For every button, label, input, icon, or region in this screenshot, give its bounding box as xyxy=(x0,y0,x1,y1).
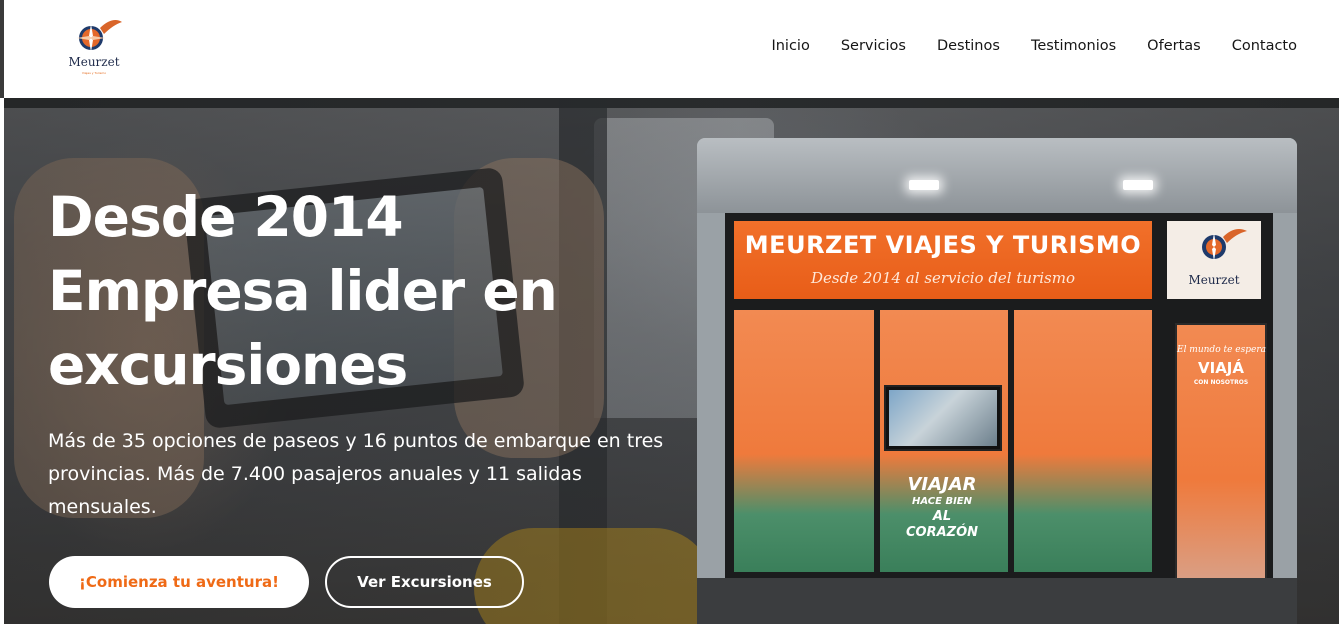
store-tv-screen xyxy=(889,390,997,446)
window-mullion xyxy=(874,308,880,578)
site-header: Meurzet Viajes y Turismo Inicio Servicio… xyxy=(0,0,1339,98)
ceiling-light xyxy=(1123,180,1153,190)
window-mullion xyxy=(1008,308,1014,578)
nav-item-ofertas[interactable]: Ofertas xyxy=(1147,36,1201,56)
store-sign-title: MEURZET VIAJES Y TURISMO xyxy=(744,231,1142,259)
nav-item-inicio[interactable]: Inicio xyxy=(771,36,809,56)
brand-name: Meurzet xyxy=(68,55,120,69)
nav-item-contacto[interactable]: Contacto xyxy=(1232,36,1297,56)
store-slogan-line-1: VIAJAR xyxy=(907,474,977,495)
compass-logo-icon xyxy=(77,20,122,52)
hero-headline-line-3: excursiones xyxy=(48,333,408,397)
store-slogan: VIAJAR HACE BIEN AL CORAZÓN xyxy=(897,475,987,541)
store-slogan-line-2: HACE BIEN xyxy=(912,496,972,507)
window-panel xyxy=(1014,310,1152,572)
store-ceiling xyxy=(697,138,1297,213)
brand-tagline: Viajes y Turismo xyxy=(81,71,107,75)
storefront-image: MEURZET VIAJES Y TURISMO Desde 2014 al s… xyxy=(697,138,1297,624)
store-door-script: El mundo te espera xyxy=(1177,345,1266,355)
compass-logo-icon xyxy=(1202,229,1247,261)
store-sign: MEURZET VIAJES Y TURISMO Desde 2014 al s… xyxy=(734,221,1152,299)
store-side-sign: Meurzet xyxy=(1167,221,1261,299)
store-door: El mundo te espera VIAJÁ CON NOSOTROS xyxy=(1175,323,1267,585)
store-door-title: VIAJÁ xyxy=(1198,359,1244,377)
start-adventure-button[interactable]: ¡Comienza tu aventura! xyxy=(49,556,309,608)
brand-logo[interactable]: Meurzet Viajes y Turismo xyxy=(64,18,128,78)
window-panel xyxy=(734,310,874,572)
hero-headline-line-2: Empresa lider en xyxy=(48,259,558,323)
store-slogan-line-3: AL CORAZÓN xyxy=(905,509,979,540)
hero-section: Desde 2014 Empresa lider en excursiones … xyxy=(4,98,1339,624)
store-door-subtitle: CON NOSOTROS xyxy=(1193,379,1249,386)
store-sign-subtitle: Desde 2014 al servicio del turismo xyxy=(811,269,1075,287)
hero-headline: Desde 2014 Empresa lider en excursiones xyxy=(48,180,668,402)
nav-item-testimonios[interactable]: Testimonios xyxy=(1031,36,1116,56)
ceiling-light xyxy=(909,180,939,190)
main-nav: Inicio Servicios Destinos Testimonios Of… xyxy=(771,36,1297,56)
store-side-sign-label: Meurzet xyxy=(1188,273,1240,287)
store-floor xyxy=(697,578,1297,624)
nav-item-destinos[interactable]: Destinos xyxy=(937,36,1000,56)
view-excursions-button[interactable]: Ver Excursiones xyxy=(325,556,524,608)
nav-item-servicios[interactable]: Servicios xyxy=(841,36,906,56)
store-tv xyxy=(884,385,1002,451)
hero-headline-line-1: Desde 2014 xyxy=(48,185,404,249)
hero-lead-text: Más de 35 opciones de paseos y 16 puntos… xyxy=(48,430,664,518)
